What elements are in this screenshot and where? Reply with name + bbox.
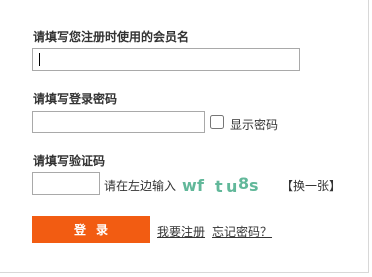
password-input[interactable] [32, 111, 205, 133]
refresh-captcha-link[interactable]: 【换一张】 [281, 177, 341, 194]
register-link[interactable]: 我要注册 [157, 223, 205, 240]
captcha-image[interactable]: w f t u 8 s [182, 174, 262, 196]
forgot-password-link[interactable]: 忘记密码？ [212, 223, 272, 240]
captcha-char: f [197, 176, 204, 195]
captcha-input[interactable] [32, 172, 100, 195]
captcha-char: 8 [238, 174, 250, 193]
captcha-char: t [215, 177, 223, 196]
username-input[interactable] [32, 48, 300, 71]
captcha-char: u [226, 177, 238, 196]
captcha-hint: 请在左边输入 [104, 179, 177, 193]
text-caret [39, 53, 40, 66]
show-password-label[interactable]: 显示密码 [230, 116, 278, 133]
show-password-checkbox[interactable] [210, 115, 224, 129]
captcha-char: w [182, 176, 197, 195]
captcha-char: s [249, 176, 259, 195]
captcha-label: 请填写验证码 [33, 154, 106, 168]
login-button[interactable]: 登录 [32, 216, 150, 243]
username-label: 请填写您注册时使用的会员名 [33, 30, 190, 44]
password-label: 请填写登录密码 [33, 92, 118, 106]
